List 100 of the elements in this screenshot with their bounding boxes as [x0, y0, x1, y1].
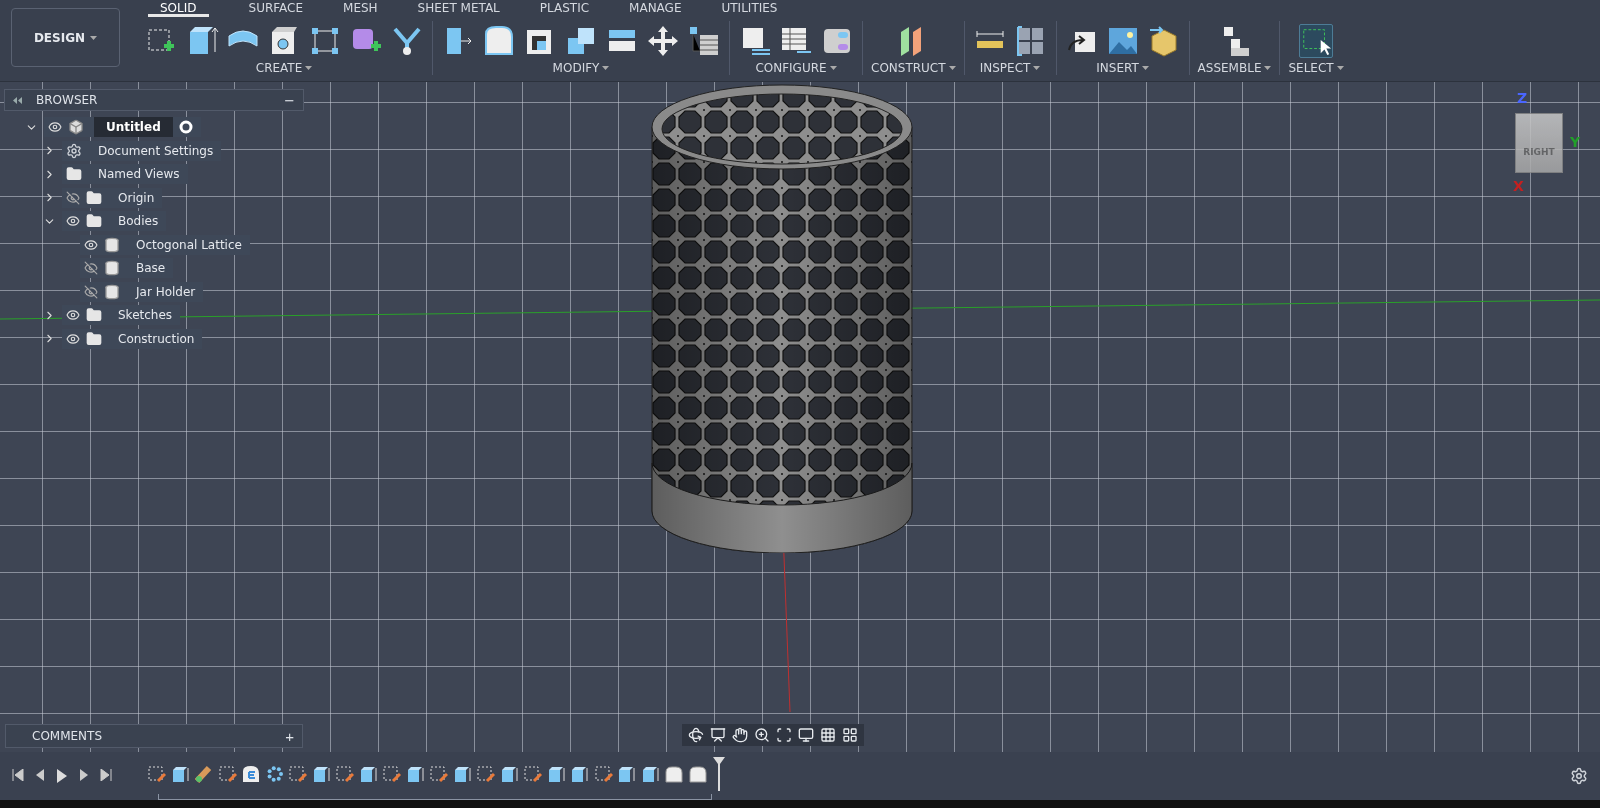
caret-icon: [829, 66, 837, 70]
browser-tree-item[interactable]: Origin: [62, 187, 163, 208]
browser-tree-item[interactable]: Jar Holder: [80, 281, 204, 302]
extrude-feature-icon[interactable]: [406, 765, 425, 783]
display-icon[interactable]: [798, 727, 814, 743]
fillet-feature-icon[interactable]: [688, 765, 707, 783]
extrude-feature-icon[interactable]: [547, 765, 566, 783]
sketch-feature-icon[interactable]: [477, 765, 495, 783]
tool-group-menu[interactable]: CONFIGURE: [755, 61, 837, 75]
step-forward-icon[interactable]: [78, 769, 90, 781]
sketch-feature-icon[interactable]: [383, 765, 401, 783]
pan-hand-icon[interactable]: [732, 727, 748, 743]
browser-tree-item[interactable]: Sketches: [62, 305, 181, 325]
look-at-icon[interactable]: [710, 727, 726, 743]
toolbar-tab[interactable]: SOLID: [148, 0, 209, 17]
toolbar-tab[interactable]: UTILITIES: [721, 0, 778, 17]
toolbar-tab[interactable]: PLASTIC: [539, 0, 590, 17]
folder-icon: [86, 189, 102, 206]
browser-tree-item[interactable]: Document Settings: [62, 140, 222, 161]
caret-icon: [90, 35, 98, 40]
body-icon: [104, 236, 120, 253]
visibility-eye-icon[interactable]: [66, 308, 80, 322]
browser-tree-item[interactable]: Untitled: [44, 117, 201, 137]
extrude-feature-icon[interactable]: [453, 765, 472, 783]
sketch-feature-icon[interactable]: [594, 765, 613, 783]
browser-tree-item[interactable]: Octogonal Lattice: [80, 234, 250, 255]
sketch-feature-icon[interactable]: [336, 765, 354, 783]
caret-icon: [602, 66, 610, 70]
add-comment-button[interactable]: +: [285, 727, 294, 745]
settings-icon: [66, 142, 82, 159]
tool-group-menu[interactable]: CONSTRUCT: [871, 61, 956, 75]
browser-title: BROWSER: [36, 93, 99, 107]
tool-group-menu[interactable]: INSPECT: [979, 61, 1041, 75]
timeline-marker-icon[interactable]: [712, 756, 726, 792]
step-back-icon[interactable]: [34, 769, 46, 781]
visibility-eye-icon[interactable]: [66, 214, 80, 228]
sweep-feature-icon[interactable]: [195, 765, 213, 783]
caret-icon: [1033, 66, 1041, 70]
browser-tree-item[interactable]: Bodies: [62, 211, 167, 231]
tool-group-menu[interactable]: MODIFY: [552, 61, 610, 75]
folder-icon: [66, 166, 82, 182]
extrude-feature-icon[interactable]: [641, 765, 660, 783]
fit-icon[interactable]: [776, 727, 792, 743]
extrude-feature-icon[interactable]: [500, 765, 519, 783]
visibility-eye-icon[interactable]: [48, 120, 62, 134]
fillet-icon[interactable]: [482, 23, 516, 58]
sketch-feature-icon[interactable]: [148, 765, 166, 783]
extrude-feature-icon[interactable]: [618, 765, 636, 783]
axis-label: Z: [1517, 90, 1528, 106]
extrude-feature-icon[interactable]: [312, 765, 331, 783]
sketch-feature-icon[interactable]: [430, 765, 448, 783]
toolbar-tab[interactable]: SURFACE: [248, 0, 304, 17]
folder-icon: [86, 213, 102, 229]
tool-group-menu[interactable]: CREATE: [255, 61, 313, 75]
body-icon: [104, 283, 120, 300]
fillet-feature-icon[interactable]: [665, 765, 683, 783]
toolbar-tab[interactable]: SHEET METAL: [417, 0, 500, 17]
caret-icon: [948, 66, 956, 70]
tool-group-menu[interactable]: ASSEMBLE: [1197, 61, 1272, 75]
pattern-feature-icon[interactable]: [265, 765, 284, 783]
sketch-feature-icon[interactable]: [218, 765, 237, 783]
grid-icon[interactable]: [820, 727, 836, 743]
folder-icon: [86, 307, 102, 323]
visibility-eye-icon[interactable]: [84, 237, 98, 252]
browser-tree-item[interactable]: Construction: [62, 328, 203, 349]
collapse-panel-icon[interactable]: [13, 96, 22, 104]
comments-title: COMMENTS: [32, 729, 104, 743]
select-box-icon[interactable]: [1299, 23, 1334, 58]
folder-icon: [86, 330, 102, 347]
caret-icon: [1336, 66, 1344, 70]
orbit-icon[interactable]: [688, 727, 704, 743]
extrude-feature-icon[interactable]: [571, 765, 589, 783]
toolbar-tab[interactable]: MESH: [343, 0, 378, 17]
caret-icon: [305, 66, 313, 70]
browser-tree-item[interactable]: Named Views: [62, 164, 188, 184]
browser-tree-item[interactable]: Base: [80, 258, 174, 278]
activate-radio-icon[interactable]: [178, 120, 193, 134]
extrude-feature-icon[interactable]: [171, 765, 190, 783]
hidden-eye-icon[interactable]: [66, 190, 80, 205]
play-icon[interactable]: [56, 769, 68, 783]
tool-group-menu[interactable]: INSERT: [1096, 61, 1149, 75]
caret-icon: [1141, 66, 1149, 70]
axis-label: X: [1513, 178, 1524, 194]
hidden-eye-icon[interactable]: [84, 284, 98, 299]
minimize-button[interactable]: −: [284, 92, 295, 108]
settings-icon[interactable]: [1570, 767, 1588, 785]
viewports-icon[interactable]: [842, 727, 858, 743]
first-frame-icon[interactable]: [12, 769, 24, 781]
workspace-menu-button[interactable]: DESIGN: [11, 8, 120, 67]
toolbar-tab[interactable]: MANAGE: [629, 0, 682, 17]
extrude-feature-icon[interactable]: [359, 765, 378, 783]
caret-icon: [1264, 66, 1272, 70]
last-frame-icon[interactable]: [100, 769, 112, 781]
sketch-feature-icon[interactable]: [524, 765, 542, 783]
visibility-eye-icon[interactable]: [66, 331, 80, 346]
hidden-eye-icon[interactable]: [84, 261, 98, 275]
emboss-feature-icon[interactable]: [242, 765, 260, 783]
zoom-icon[interactable]: [754, 727, 770, 743]
sketch-feature-icon[interactable]: [289, 765, 307, 783]
tool-group-menu[interactable]: SELECT: [1288, 61, 1344, 75]
